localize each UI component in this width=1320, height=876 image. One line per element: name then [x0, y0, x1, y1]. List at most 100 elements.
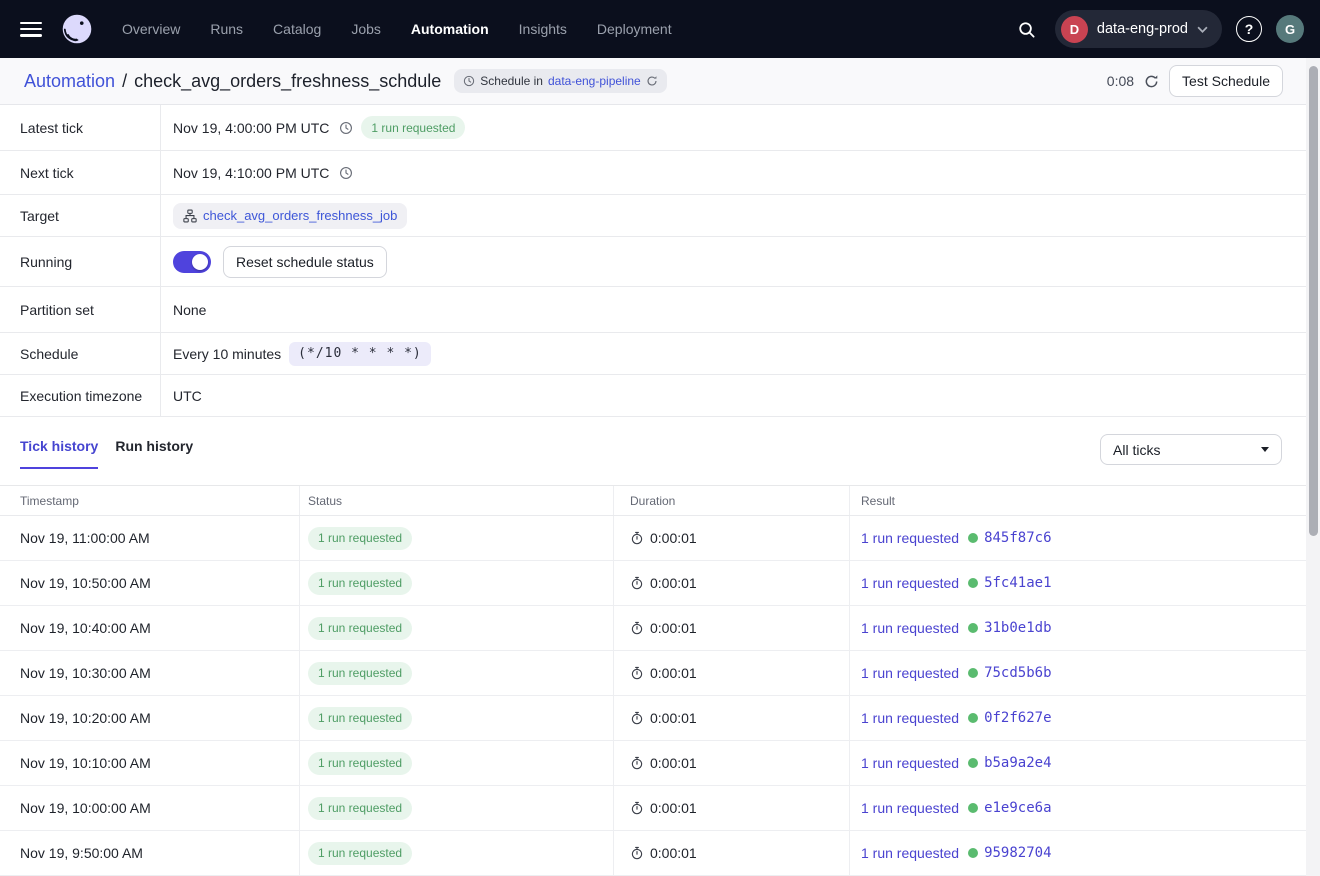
run-id-link[interactable]: 31b0e1db — [984, 620, 1051, 636]
stopwatch-icon — [630, 711, 644, 725]
latest-tick-status-badge: 1 run requested — [361, 116, 465, 139]
search-icon[interactable] — [1013, 15, 1041, 43]
running-toggle[interactable] — [173, 251, 211, 273]
refresh-icon[interactable] — [1144, 74, 1159, 89]
stopwatch-icon — [630, 621, 644, 635]
tick-row: Nov 19, 10:00:00 AM 1 run requested 0:00… — [0, 786, 1320, 831]
latest-tick-label: Latest tick — [0, 105, 161, 150]
tick-duration: 0:00:01 — [650, 800, 697, 816]
tick-timestamp: Nov 19, 10:00:00 AM — [20, 800, 151, 816]
tick-status-badge: 1 run requested — [308, 752, 412, 775]
reset-schedule-status-button[interactable]: Reset schedule status — [223, 246, 387, 278]
tick-row: Nov 19, 9:50:00 AM 1 run requested 0:00:… — [0, 831, 1320, 876]
tick-result-link[interactable]: 1 run requested — [861, 845, 959, 861]
nav-item-runs[interactable]: Runs — [195, 13, 258, 45]
breadcrumb-automation-link[interactable]: Automation — [24, 71, 115, 92]
nav-items: OverviewRunsCatalogJobsAutomationInsight… — [107, 13, 687, 45]
run-status-dot — [968, 578, 978, 588]
run-id-link[interactable]: e1e9ce6a — [984, 800, 1051, 816]
deployment-initial-badge: D — [1061, 16, 1088, 43]
tick-row: Nov 19, 10:20:00 AM 1 run requested 0:00… — [0, 696, 1320, 741]
nav-item-insights[interactable]: Insights — [504, 13, 582, 45]
tick-status-badge: 1 run requested — [308, 797, 412, 820]
tick-result-link[interactable]: 1 run requested — [861, 665, 959, 681]
tick-result-link[interactable]: 1 run requested — [861, 800, 959, 816]
dagster-logo-icon[interactable] — [59, 11, 95, 47]
stopwatch-icon — [630, 846, 644, 860]
tick-timestamp: Nov 19, 10:50:00 AM — [20, 575, 151, 591]
tick-result-link[interactable]: 1 run requested — [861, 710, 959, 726]
tick-row: Nov 19, 10:40:00 AM 1 run requested 0:00… — [0, 606, 1320, 651]
tick-timestamp: Nov 19, 10:20:00 AM — [20, 710, 151, 726]
deployment-switcher[interactable]: D data-eng-prod — [1055, 10, 1222, 48]
target-job-link[interactable]: check_avg_orders_freshness_job — [203, 208, 397, 223]
tick-timestamp: Nov 19, 11:00:00 AM — [20, 530, 150, 546]
tick-result-link[interactable]: 1 run requested — [861, 755, 959, 771]
tick-duration: 0:00:01 — [650, 755, 697, 771]
detail-row-partition-set: Partition set None — [0, 287, 1320, 333]
nav-item-overview[interactable]: Overview — [107, 13, 195, 45]
nav-item-catalog[interactable]: Catalog — [258, 13, 336, 45]
tick-table-body: Nov 19, 11:00:00 AM 1 run requested 0:00… — [0, 516, 1320, 876]
run-id-link[interactable]: 95982704 — [984, 845, 1051, 861]
stopwatch-icon — [630, 801, 644, 815]
run-id-link[interactable]: 0f2f627e — [984, 710, 1051, 726]
detail-row-timezone: Execution timezone UTC — [0, 375, 1320, 417]
run-status-dot — [968, 668, 978, 678]
run-status-dot — [968, 848, 978, 858]
refresh-countdown: 0:08 — [1107, 73, 1134, 89]
hamburger-menu-icon[interactable] — [20, 22, 42, 37]
column-header-duration: Duration — [614, 486, 850, 515]
clock-icon — [339, 121, 353, 135]
tick-result-link[interactable]: 1 run requested — [861, 575, 959, 591]
tick-timestamp: Nov 19, 10:40:00 AM — [20, 620, 151, 636]
schedule-location-badge: Schedule in data-eng-pipeline — [454, 69, 666, 93]
run-status-dot — [968, 533, 978, 543]
tick-status-badge: 1 run requested — [308, 707, 412, 730]
clock-icon — [339, 166, 353, 180]
run-id-link[interactable]: 75cd5b6b — [984, 665, 1051, 681]
tab-run-history[interactable]: Run history — [115, 438, 193, 469]
user-avatar[interactable]: G — [1276, 15, 1304, 43]
tick-history-table: Timestamp Status Duration Result Nov 19,… — [0, 486, 1320, 876]
tick-status-badge: 1 run requested — [308, 662, 412, 685]
tab-tick-history[interactable]: Tick history — [20, 438, 98, 469]
nav-item-jobs[interactable]: Jobs — [336, 13, 396, 45]
detail-row-latest-tick: Latest tick Nov 19, 4:00:00 PM UTC 1 run… — [0, 105, 1320, 151]
run-status-dot — [968, 803, 978, 813]
detail-row-running: Running Reset schedule status — [0, 237, 1320, 287]
tick-result-link[interactable]: 1 run requested — [861, 620, 959, 636]
job-graph-icon — [183, 209, 197, 223]
page-title: check_avg_orders_freshness_schdule — [134, 71, 441, 92]
schedule-label: Schedule — [0, 333, 161, 374]
timezone-label: Execution timezone — [0, 375, 161, 416]
test-schedule-button[interactable]: Test Schedule — [1169, 65, 1283, 97]
detail-row-next-tick: Next tick Nov 19, 4:10:00 PM UTC — [0, 151, 1320, 195]
schedule-in-label: Schedule in — [480, 74, 543, 88]
help-icon[interactable]: ? — [1236, 16, 1262, 42]
target-label: Target — [0, 195, 161, 236]
target-job-tag: check_avg_orders_freshness_job — [173, 203, 407, 229]
pipeline-link[interactable]: data-eng-pipeline — [548, 74, 641, 88]
run-id-link[interactable]: 845f87c6 — [984, 530, 1051, 546]
tick-result-link[interactable]: 1 run requested — [861, 530, 959, 546]
tick-table-header: Timestamp Status Duration Result — [0, 486, 1320, 516]
page-scrollbar — [1306, 58, 1320, 876]
timezone-value: UTC — [173, 388, 202, 404]
nav-right: D data-eng-prod ? G — [1013, 10, 1304, 48]
history-tabs: Tick history Run history All ticks — [0, 417, 1320, 486]
latest-tick-time: Nov 19, 4:00:00 PM UTC — [173, 120, 329, 136]
run-id-link[interactable]: b5a9a2e4 — [984, 755, 1051, 771]
tick-filter-select[interactable]: All ticks — [1100, 434, 1282, 465]
run-id-link[interactable]: 5fc41ae1 — [984, 575, 1051, 591]
reload-icon[interactable] — [646, 75, 658, 87]
tick-timestamp: Nov 19, 9:50:00 AM — [20, 845, 143, 861]
tick-status-badge: 1 run requested — [308, 842, 412, 865]
nav-item-deployment[interactable]: Deployment — [582, 13, 687, 45]
partition-set-value: None — [173, 302, 206, 318]
top-nav: OverviewRunsCatalogJobsAutomationInsight… — [0, 0, 1320, 58]
nav-item-automation[interactable]: Automation — [396, 13, 504, 45]
run-status-dot — [968, 758, 978, 768]
scrollbar-thumb[interactable] — [1309, 66, 1318, 536]
caret-down-icon — [1261, 447, 1269, 452]
